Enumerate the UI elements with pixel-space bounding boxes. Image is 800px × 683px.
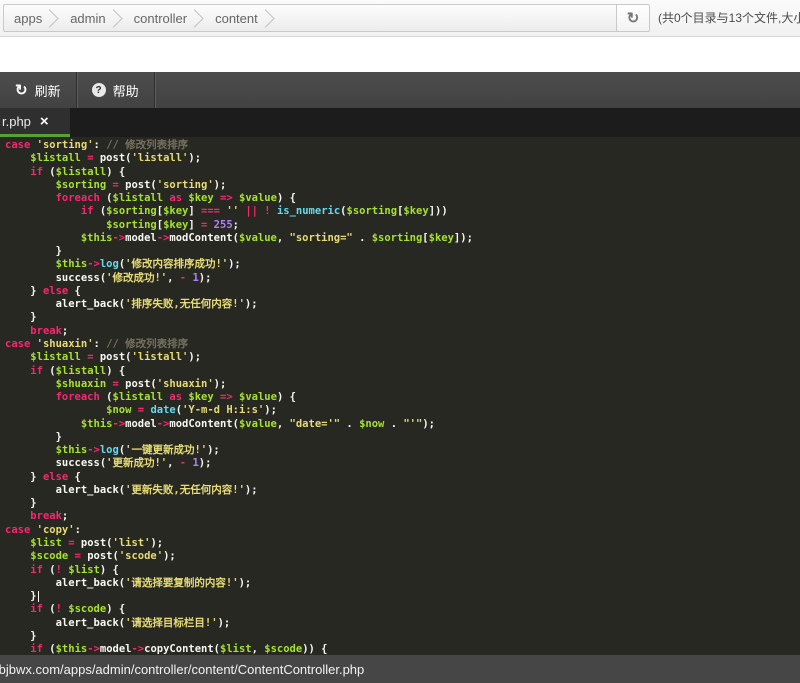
code-line: case 'copy': [5,524,800,537]
editor-toolbar: ↻ 刷新 ? 帮助 [0,72,800,108]
code-line: } [5,590,800,603]
code-line: $this->log('一键更新成功!'); [5,444,800,457]
help-icon: ? [92,83,106,97]
code-line: alert_back('请选择要复制的内容!'); [5,577,800,590]
file-path: tbjbwx.com/apps/admin/controller/content… [0,662,364,677]
code-line: success('更新成功!', - 1); [5,457,800,470]
code-line: case 'shuaxin': // 修改列表排序 [5,338,800,351]
tab-bar: r.php × [0,108,800,137]
code-editor[interactable]: case 'sorting': // 修改列表排序 $listall = pos… [0,137,800,655]
code-line: foreach ($listall as $key => $value) { [5,192,800,205]
code-line: $listall = post('listall'); [5,152,800,165]
code-line: $listall = post('listall'); [5,351,800,364]
code-line: $list = post('list'); [5,537,800,550]
code-line: alert_back('请选择目标栏目!'); [5,617,800,630]
refresh-icon: ↻ [627,9,640,27]
close-icon[interactable]: × [40,114,49,129]
code-line: break; [5,325,800,338]
toolbar-help-button[interactable]: ? 帮助 [77,72,154,108]
status-bar: tbjbwx.com/apps/admin/controller/content… [0,655,800,683]
text-cursor [38,591,40,602]
toolbar-help-label: 帮助 [113,81,139,100]
code-line: if ($sorting[$key] === '' || ! is_numeri… [5,205,800,218]
code-line: $now = date('Y-m-d H:i:s'); [5,404,800,417]
breadcrumb: apps admin controller content ↻ [3,4,650,32]
code-line: break; [5,510,800,523]
code-line: } [5,311,800,324]
code-line: $this->model->modContent($value, "date='… [5,418,800,431]
code-line: $scode = post('scode'); [5,550,800,563]
code-line: $this->log('修改内容排序成功!'); [5,258,800,271]
tab-label: r.php [2,114,31,129]
code-line: } [5,630,800,643]
code-line: if (! $list) { [5,564,800,577]
top-bar: apps admin controller content ↻ (共0个目录与1… [0,0,800,37]
code-line: case 'sorting': // 修改列表排序 [5,139,800,152]
content-gap [0,37,800,72]
code-line: $shuaxin = post('shuaxin'); [5,378,800,391]
directory-stats: (共0个目录与13个文件,大小:11 [658,0,800,37]
code-line: $this->model->modContent($value, "sortin… [5,232,800,245]
code-line: } [5,245,800,258]
code-line: $sorting = post('sorting'); [5,179,800,192]
code-line: alert_back('排序失败,无任何内容!'); [5,298,800,311]
refresh-icon: ↻ [15,83,28,98]
code-line: if ($listall) { [5,166,800,179]
code-line: } else { [5,471,800,484]
tab-contentcontroller-php[interactable]: r.php × [0,108,70,137]
code-line: } else { [5,285,800,298]
breadcrumb-refresh-button[interactable]: ↻ [616,5,649,31]
code-line: if ($this->model->copyContent($list, $sc… [5,643,800,655]
toolbar-refresh-button[interactable]: ↻ 刷新 [0,72,76,108]
toolbar-divider [154,72,155,108]
code-line: } [5,431,800,444]
code-line: if (! $scode) { [5,603,800,616]
code-line: } [5,497,800,510]
code-line: if ($listall) { [5,365,800,378]
code-line: $sorting[$key] = 255; [5,219,800,232]
code-line: alert_back('更新失败,无任何内容!'); [5,484,800,497]
code-line: success('修改成功!', - 1); [5,272,800,285]
code-line: foreach ($listall as $key => $value) { [5,391,800,404]
toolbar-refresh-label: 刷新 [35,81,61,100]
